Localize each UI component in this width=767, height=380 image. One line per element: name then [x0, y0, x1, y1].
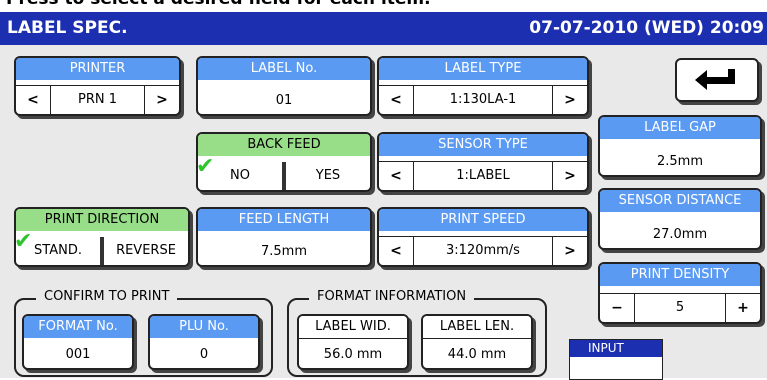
- format-no-header: FORMAT No.: [24, 316, 132, 338]
- label-no-field[interactable]: LABEL No. 01: [196, 56, 372, 116]
- input-value: [570, 357, 662, 378]
- label-wid-header: LABEL WID.: [299, 316, 407, 339]
- back-feed-yes-button[interactable]: YES: [286, 162, 370, 190]
- label-type-panel: LABEL TYPE < 1:130LA-1 >: [377, 56, 589, 116]
- format-information-label: FORMAT INFORMATION: [309, 289, 475, 304]
- print-density-plus-button[interactable]: +: [726, 294, 760, 322]
- sensor-type-header: SENSOR TYPE: [379, 134, 587, 156]
- label-gap-header: LABEL GAP: [600, 117, 760, 139]
- printer-panel: PRINTER < PRN 1 >: [14, 56, 181, 116]
- sensor-distance-value: 27.0mm: [652, 227, 708, 242]
- label-no-header: LABEL No.: [198, 58, 370, 80]
- back-button[interactable]: [675, 58, 759, 102]
- sensor-type-panel: SENSOR TYPE < 1:LABEL >: [377, 132, 589, 192]
- feed-length-value: 7.5mm: [260, 244, 307, 259]
- print-density-panel: PRINT DENSITY − 5 +: [598, 262, 762, 324]
- label-type-value: 1:130LA-1: [413, 86, 553, 114]
- back-feed-no-label: NO: [230, 168, 250, 183]
- print-speed-header: PRINT SPEED: [379, 209, 587, 231]
- plu-no-header: PLU No.: [150, 316, 258, 338]
- back-feed-panel: BACK FEED ✔ NO YES: [196, 132, 372, 192]
- instruction-text: Press to select a desired field for each…: [6, 0, 431, 9]
- checkmark-icon: ✔: [14, 229, 33, 254]
- back-feed-no-button[interactable]: ✔ NO: [198, 156, 282, 190]
- label-no-value: 01: [275, 93, 293, 108]
- sensor-type-next-button[interactable]: >: [553, 162, 587, 190]
- print-direction-stand-label: STAND.: [34, 243, 82, 258]
- label-type-next-button[interactable]: >: [553, 86, 587, 114]
- plu-no-field[interactable]: PLU No. 0: [148, 314, 260, 370]
- confirm-to-print-label: CONFIRM TO PRINT: [36, 289, 178, 304]
- print-direction-panel: PRINT DIRECTION ✔ STAND. REVERSE: [14, 207, 190, 267]
- title-bar: LABEL SPEC. 07-07-2010 (WED) 20:09: [0, 12, 767, 45]
- label-gap-field[interactable]: LABEL GAP 2.5mm: [598, 115, 762, 177]
- checkmark-icon: ✔: [196, 154, 215, 179]
- instruction-caption: Press to select a desired field for each…: [0, 0, 767, 12]
- print-direction-stand-button[interactable]: ✔ STAND.: [16, 231, 100, 265]
- print-speed-prev-button[interactable]: <: [379, 237, 413, 265]
- print-density-header: PRINT DENSITY: [600, 264, 760, 286]
- printer-value: PRN 1: [50, 86, 145, 114]
- input-header: INPUT: [570, 340, 662, 357]
- format-no-field[interactable]: FORMAT No. 001: [22, 314, 134, 370]
- label-len-display: LABEL LEN. 44.0 mm: [421, 314, 533, 370]
- printer-next-button[interactable]: >: [145, 86, 179, 114]
- confirm-to-print-group: CONFIRM TO PRINT FORMAT No. 001 PLU No. …: [14, 289, 273, 377]
- printer-prev-button[interactable]: <: [16, 86, 50, 114]
- printer-header: PRINTER: [16, 58, 179, 80]
- format-information-group: FORMAT INFORMATION LABEL WID. 56.0 mm LA…: [287, 289, 547, 377]
- label-len-header: LABEL LEN.: [423, 316, 531, 339]
- print-density-minus-button[interactable]: −: [600, 294, 634, 322]
- print-speed-value: 3:120mm/s: [413, 237, 553, 265]
- sensor-distance-field[interactable]: SENSOR DISTANCE 27.0mm: [598, 188, 762, 250]
- sensor-distance-header: SENSOR DISTANCE: [600, 190, 760, 212]
- page-title: LABEL SPEC.: [7, 18, 128, 38]
- label-wid-display: LABEL WID. 56.0 mm: [297, 314, 409, 370]
- label-type-prev-button[interactable]: <: [379, 86, 413, 114]
- input-box[interactable]: INPUT: [569, 339, 663, 380]
- print-direction-header: PRINT DIRECTION: [16, 209, 188, 231]
- back-feed-header: BACK FEED: [198, 134, 370, 156]
- print-speed-next-button[interactable]: >: [553, 237, 587, 265]
- sensor-type-prev-button[interactable]: <: [379, 162, 413, 190]
- label-len-value: 44.0 mm: [447, 347, 507, 362]
- label-gap-value: 2.5mm: [656, 154, 703, 169]
- feed-length-field[interactable]: FEED LENGTH 7.5mm: [196, 207, 372, 267]
- sensor-type-value: 1:LABEL: [413, 162, 553, 190]
- print-direction-reverse-button[interactable]: REVERSE: [104, 237, 188, 265]
- feed-length-header: FEED LENGTH: [198, 209, 370, 231]
- plu-no-value: 0: [199, 347, 209, 362]
- print-speed-panel: PRINT SPEED < 3:120mm/s >: [377, 207, 589, 267]
- label-wid-value: 56.0 mm: [323, 347, 383, 362]
- return-arrow-icon: [695, 69, 735, 90]
- label-spec-screen: LABEL SPEC. 07-07-2010 (WED) 20:09 PRINT…: [0, 12, 767, 380]
- datetime: 07-07-2010 (WED) 20:09: [529, 18, 764, 38]
- print-density-value: 5: [634, 294, 726, 322]
- label-type-header: LABEL TYPE: [379, 58, 587, 80]
- format-no-value: 001: [65, 347, 91, 362]
